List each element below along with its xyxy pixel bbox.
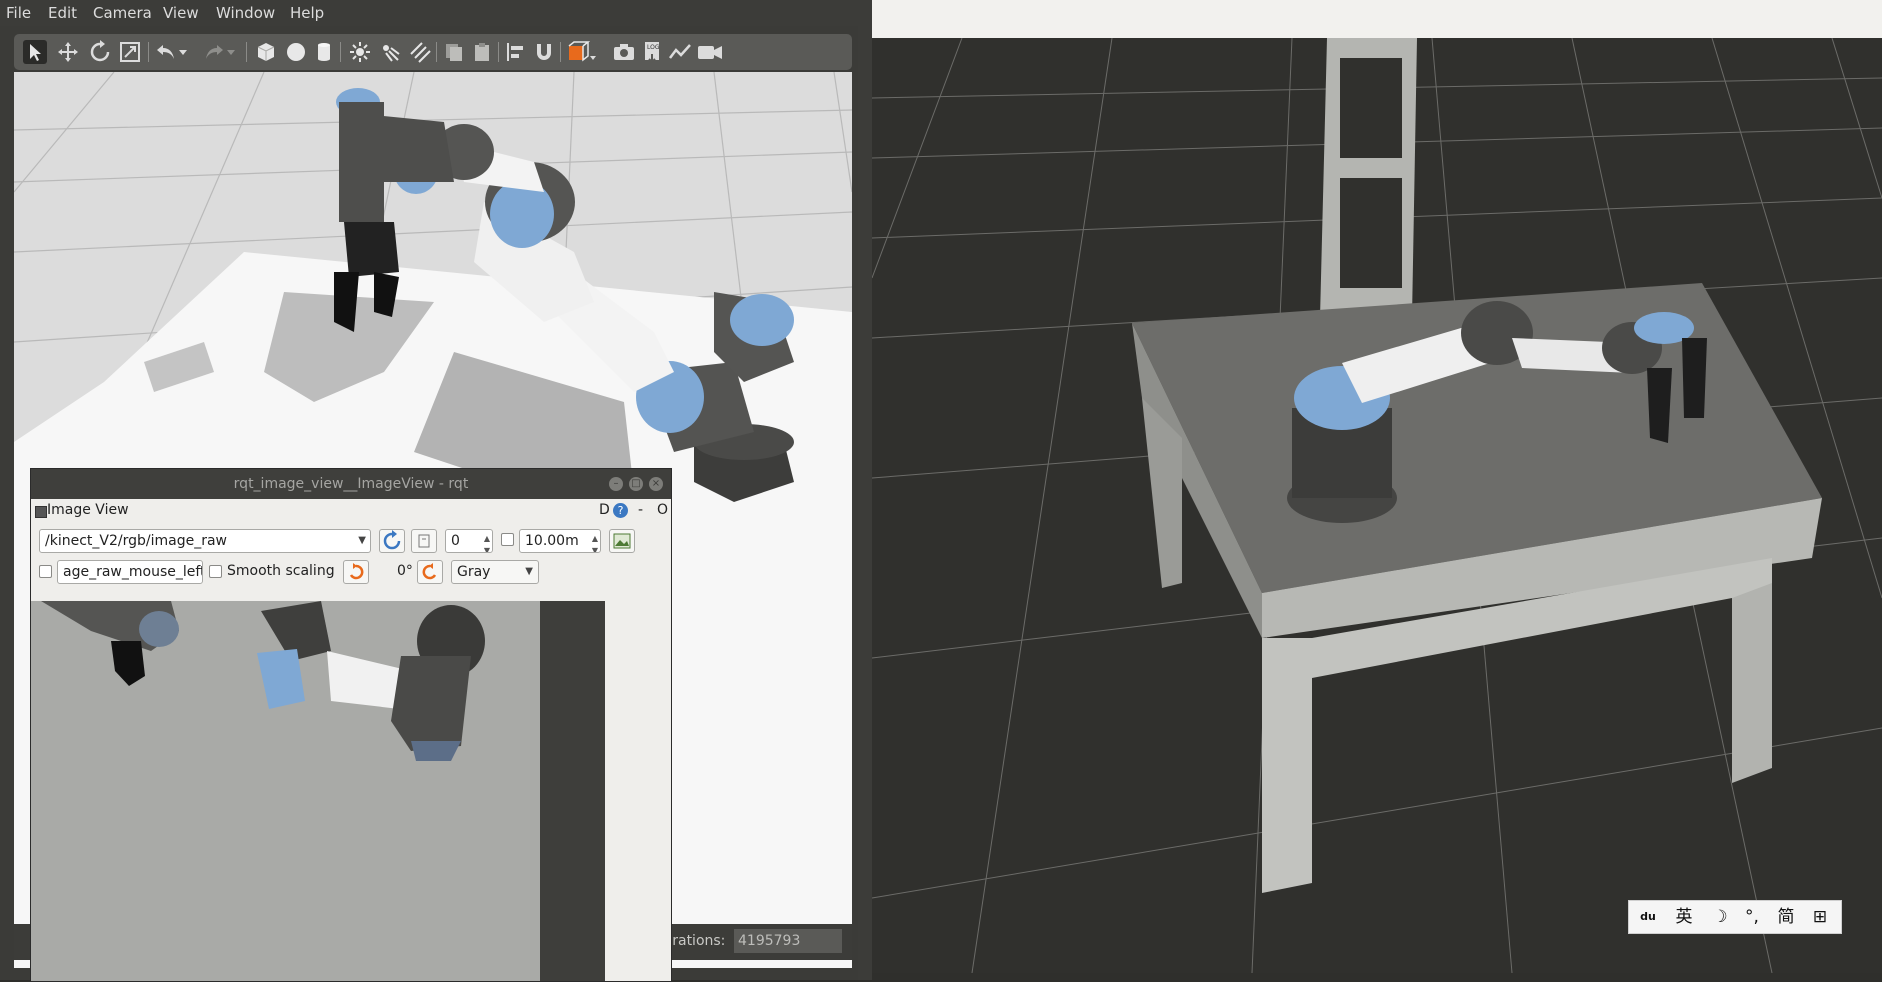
panel-close-button[interactable]: O	[657, 502, 668, 518]
table-edge	[540, 601, 605, 981]
ime-punctuation-toggle[interactable]: °,	[1737, 901, 1767, 933]
redo-history-icon[interactable]	[224, 40, 238, 64]
menu-bar: File Edit Camera View Window Help	[0, 0, 872, 26]
video-record-icon[interactable]	[696, 40, 724, 64]
mouse-topic-input[interactable]: age_raw_mouse_left	[57, 560, 203, 584]
chevron-down-icon: ▼	[358, 535, 366, 546]
image-save-icon	[613, 533, 631, 549]
spin-down-icon[interactable]: ▼	[592, 540, 598, 552]
topic-select[interactable]: /kinect_V2/rgb/image_raw ▼	[39, 529, 371, 553]
toolbar: LOG	[14, 34, 852, 70]
pillar	[1320, 38, 1417, 318]
undo-history-icon[interactable]	[176, 40, 190, 64]
zoom-1-button[interactable]	[411, 529, 437, 553]
rotation-label: 0°	[397, 563, 413, 579]
box-icon[interactable]	[254, 40, 278, 64]
ime-english-toggle[interactable]: 英	[1669, 901, 1699, 933]
menu-window[interactable]: Window	[216, 0, 275, 26]
ime-simplified-toggle[interactable]: 简	[1771, 901, 1801, 933]
screenshot-icon[interactable]	[612, 40, 636, 64]
ime-night-mode-icon[interactable]: ☽	[1705, 901, 1735, 933]
paste-icon[interactable]	[470, 40, 494, 64]
plot-icon[interactable]	[668, 40, 692, 64]
refresh-button[interactable]	[379, 529, 405, 553]
view-angle-icon[interactable]	[566, 40, 598, 64]
snap-icon[interactable]	[532, 40, 556, 64]
maximize-button[interactable]: □	[629, 477, 643, 491]
undo-icon[interactable]	[154, 40, 178, 64]
directional-light-icon[interactable]	[408, 40, 432, 64]
panel-title: Image View	[47, 502, 129, 518]
ime-logo-icon[interactable]: du	[1633, 901, 1663, 933]
rotate-left-button[interactable]	[343, 560, 369, 584]
window-divider[interactable]	[858, 0, 872, 980]
toolbar-separator	[498, 42, 499, 62]
log-icon[interactable]: LOG	[640, 40, 664, 64]
spot-light-icon[interactable]	[378, 40, 402, 64]
camera-image[interactable]	[31, 601, 605, 981]
menu-file[interactable]: File	[6, 0, 31, 26]
menu-help[interactable]: Help	[290, 0, 324, 26]
rviz-top-bar	[872, 0, 1882, 38]
value-spinbox[interactable]: 0 ▲ ▼	[445, 529, 493, 553]
select-arrow-icon[interactable]	[23, 40, 47, 64]
menu-edit[interactable]: Edit	[48, 0, 77, 26]
panel-minimize-button[interactable]: -	[638, 502, 643, 518]
topic-select-value: /kinect_V2/rgb/image_raw	[45, 533, 227, 549]
smooth-scaling-label: Smooth scaling	[227, 563, 335, 579]
rqt-image-view-window: rqt_image_view__ImageView - rqt – □ × Im…	[30, 468, 672, 982]
color-scheme-value: Gray	[457, 564, 491, 580]
point-light-icon[interactable]	[348, 40, 372, 64]
svg-text:LOG: LOG	[647, 44, 660, 51]
value-spinbox-value: 0	[451, 533, 460, 549]
max-range-spinbox[interactable]: 10.00m ▲ ▼	[519, 529, 601, 553]
copy-icon[interactable]	[442, 40, 466, 64]
mouse-publish-checkbox[interactable]	[39, 565, 52, 578]
chevron-down-icon: ▼	[525, 566, 533, 577]
align-icon[interactable]	[504, 40, 528, 64]
ime-toolbar: du 英 ☽ °, 简 ⊞	[1628, 900, 1842, 934]
toolbar-separator	[560, 42, 561, 62]
rqt-title-bar[interactable]: rqt_image_view__ImageView - rqt	[31, 469, 671, 499]
save-image-button[interactable]	[609, 529, 635, 553]
smooth-scaling-checkbox[interactable]	[209, 565, 222, 578]
menu-view[interactable]: View	[163, 0, 199, 26]
ime-menu-grid-icon[interactable]: ⊞	[1805, 901, 1835, 933]
panel-icon	[35, 506, 47, 518]
sphere-icon[interactable]	[284, 40, 308, 64]
panel-dock-button[interactable]: D	[599, 502, 610, 518]
cylinder-icon[interactable]	[312, 40, 336, 64]
help-icon[interactable]: ?	[613, 503, 628, 518]
menu-camera[interactable]: Camera	[93, 0, 152, 26]
minimize-button[interactable]: –	[609, 477, 623, 491]
toolbar-separator	[340, 42, 341, 62]
refresh-icon	[383, 530, 401, 550]
rotate-right-icon	[422, 563, 437, 580]
rviz-3d-viewport[interactable]	[872, 38, 1882, 973]
max-range-value: 10.00m	[525, 533, 579, 549]
color-scheme-select[interactable]: Gray ▼	[451, 560, 539, 584]
toolbar-separator	[436, 42, 437, 62]
toolbar-separator	[246, 42, 247, 62]
max-range-checkbox[interactable]	[501, 533, 514, 546]
rotate-left-icon	[349, 563, 364, 580]
rotate-right-button[interactable]	[417, 560, 443, 584]
spin-down-icon[interactable]: ▼	[484, 540, 490, 552]
close-button[interactable]: ×	[649, 477, 663, 491]
redo-icon[interactable]	[202, 40, 226, 64]
rviz-window	[872, 0, 1882, 980]
iterations-value: 4195793	[734, 929, 842, 953]
translate-icon[interactable]	[56, 40, 80, 64]
toolbar-separator	[148, 42, 149, 62]
rotate-icon[interactable]	[88, 40, 112, 64]
mouse-topic-value: age_raw_mouse_left	[63, 564, 203, 580]
zoom-icon	[418, 534, 430, 548]
scale-icon[interactable]	[118, 40, 142, 64]
